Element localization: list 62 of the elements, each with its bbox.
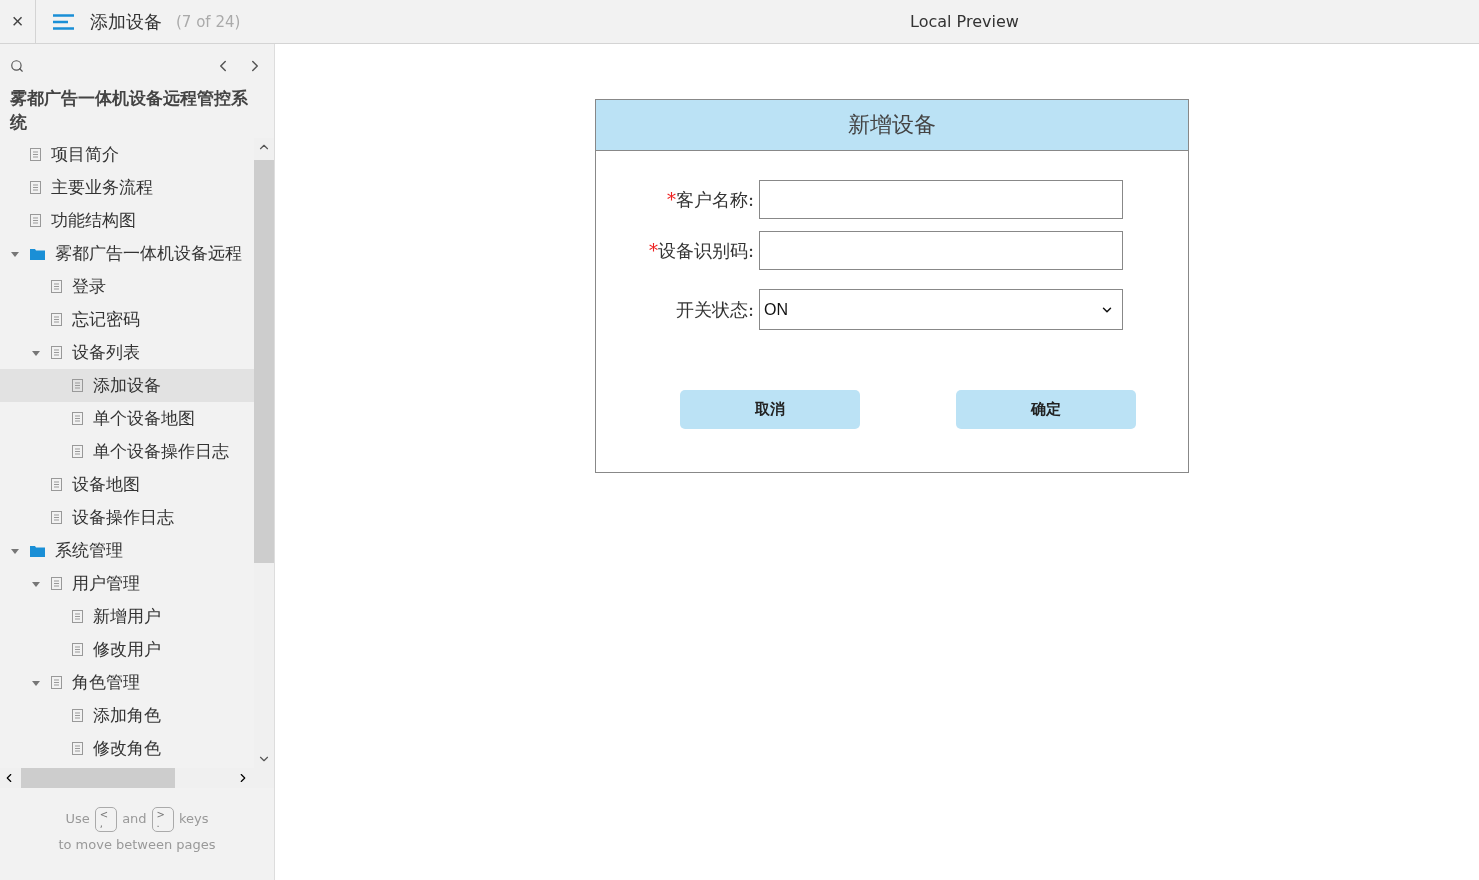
tree-item[interactable]: 设备地图 (0, 468, 254, 501)
tree-item[interactable]: 修改角色 (0, 732, 254, 765)
tree-item[interactable]: 单个设备操作日志 (0, 435, 254, 468)
tree-item[interactable]: 设备列表 (0, 336, 254, 369)
page-icon (51, 676, 62, 689)
status-select[interactable]: ON (759, 289, 1123, 330)
page-icon (51, 577, 62, 590)
tree-item[interactable]: 角色管理 (0, 666, 254, 699)
scrollbar-thumb[interactable] (21, 768, 175, 788)
hint-text: and (122, 811, 147, 826)
close-button[interactable]: × (0, 0, 36, 44)
tree-item[interactable]: 用户管理 (0, 567, 254, 600)
page-icon (51, 478, 62, 491)
page-icon (30, 148, 41, 161)
search-icon[interactable] (10, 59, 24, 73)
input-field[interactable] (759, 180, 1123, 219)
menu-icon[interactable] (53, 13, 74, 30)
confirm-button[interactable]: 确定 (956, 390, 1136, 429)
folder-icon (30, 247, 45, 260)
field-label: 开关状态: (674, 297, 754, 322)
tree-item[interactable]: 单个设备地图 (0, 402, 254, 435)
tree-item[interactable]: 添加设备 (0, 369, 254, 402)
page-icon (51, 511, 62, 524)
page-icon (51, 313, 62, 326)
cancel-button[interactable]: 取消 (680, 390, 860, 429)
page-icon (72, 412, 83, 425)
tree-item[interactable]: 项目简介 (0, 138, 254, 171)
page-icon (72, 610, 83, 623)
project-title: 雾都广告一体机设备远程管控系统 (9, 87, 249, 134)
tree-item[interactable]: 登录 (0, 270, 254, 303)
tree-item[interactable]: 设备操作日志 (0, 501, 254, 534)
tree-item[interactable]: 新增用户 (0, 600, 254, 633)
page-icon (72, 379, 83, 392)
scrollbar-thumb[interactable] (254, 160, 274, 563)
page-icon (30, 214, 41, 227)
tree-item[interactable]: 雾都广告一体机设备远程 (0, 237, 254, 270)
page-icon (51, 346, 62, 359)
page-icon (72, 643, 83, 656)
tree-item[interactable]: 修改用户 (0, 633, 254, 666)
folder-icon (30, 544, 45, 557)
page-icon (72, 445, 83, 458)
tree-item[interactable]: 主要业务流程 (0, 171, 254, 204)
page-icon (51, 280, 62, 293)
hint-text: to move between pages (57, 836, 217, 854)
dialog-title: 新增设备 (596, 100, 1188, 151)
page-icon (72, 709, 83, 722)
key-icon: > . (151, 807, 174, 832)
page-title: 添加设备 (90, 9, 162, 34)
tree-item[interactable]: 功能结构图 (0, 204, 254, 237)
page-icon (30, 181, 41, 194)
tree-item[interactable]: 忘记密码 (0, 303, 254, 336)
field-label: *客户名称: (665, 187, 754, 212)
page-icon (72, 742, 83, 755)
hint-text: keys (179, 811, 209, 826)
key-icon: < , (94, 807, 118, 832)
hint-text: Use (65, 811, 90, 826)
field-label: *设备识别码: (647, 238, 754, 263)
preview-title: Local Preview (910, 12, 1019, 31)
tree-item[interactable]: 添加角色 (0, 699, 254, 732)
page-count: (7 of 24) (176, 12, 241, 31)
input-field[interactable] (759, 231, 1123, 270)
tree-item[interactable]: 系统管理 (0, 534, 254, 567)
